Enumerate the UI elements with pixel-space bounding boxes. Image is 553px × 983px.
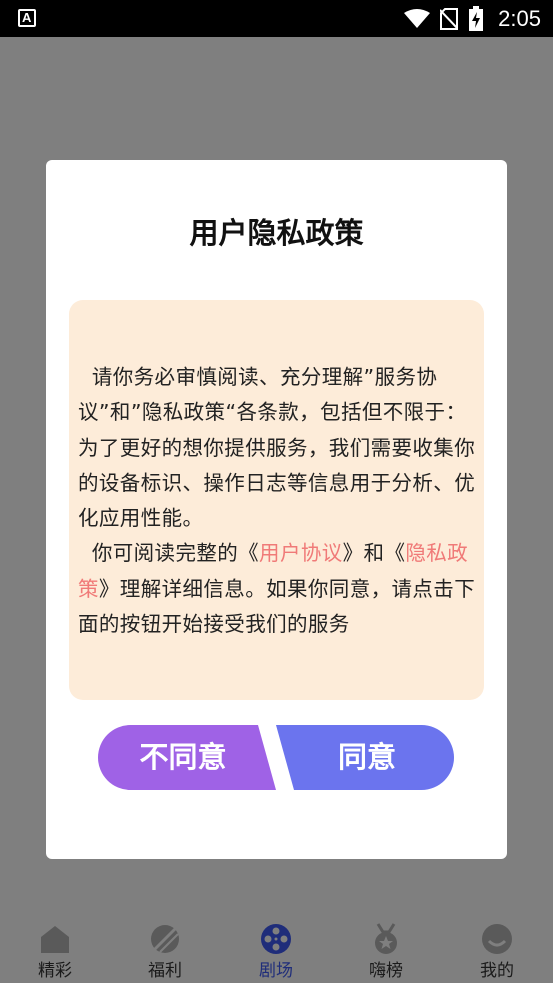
disagree-button-label[interactable]: 不同意: [98, 725, 268, 790]
policy-paragraph-2-prefix: 你可阅读完整的《: [78, 541, 260, 566]
app-notification-icon: A: [18, 9, 36, 27]
nav-label-ranking: 嗨榜: [369, 961, 403, 981]
nav-item-theater[interactable]: 剧场: [236, 922, 316, 981]
policy-paragraph-1: 请你务必审慎阅读、充分理解”服务协议”和”隐私政策“各条款，包括但不限于：为了更…: [78, 365, 476, 531]
profile-icon: [482, 924, 512, 954]
status-time: 2:05: [498, 5, 541, 31]
status-bar: A 2:05: [0, 0, 553, 37]
nav-label-profile: 我的: [480, 961, 514, 981]
policy-paragraph-2-suffix: 》理解详细信息。如果你同意，请点击下面的按钮开始接受我们的服务: [78, 576, 476, 637]
policy-content-box: 请你务必审慎阅读、充分理解”服务协议”和”隐私政策“各条款，包括但不限于：为了更…: [69, 300, 484, 700]
policy-paragraph-2: 你可阅读完整的《用户协议》和《隐私政策》理解详细信息。如果你同意，请点击下面的按…: [78, 536, 478, 642]
planet-icon: [151, 925, 179, 953]
policy-text: 请你务必审慎阅读、充分理解”服务协议”和”隐私政策“各条款，包括但不限于：为了更…: [78, 360, 478, 642]
nav-label-theater: 剧场: [259, 961, 293, 981]
nav-label-welfare: 福利: [148, 961, 182, 981]
dialog-button-row: 不同意 同意: [98, 725, 454, 790]
policy-paragraph-2-mid: 》和《: [342, 541, 406, 566]
nav-item-profile[interactable]: 我的: [457, 922, 537, 981]
status-icons: 2:05: [404, 5, 541, 32]
agree-button-label[interactable]: 同意: [288, 725, 446, 790]
nav-item-welfare[interactable]: 福利: [125, 922, 205, 981]
dialog-title: 用户隐私政策: [189, 216, 364, 250]
battery-charging-icon: [469, 5, 484, 31]
nav-label-home: 精彩: [38, 961, 72, 981]
nav-item-ranking[interactable]: 嗨榜: [346, 922, 426, 981]
home-icon: [41, 926, 69, 953]
nav-item-home[interactable]: 精彩: [15, 922, 95, 981]
film-reel-icon: [261, 924, 291, 954]
privacy-dialog: 用户隐私政策 请你务必审慎阅读、充分理解”服务协议”和”隐私政策“各条款，包括但…: [46, 160, 507, 859]
wifi-icon: [404, 8, 431, 28]
no-sim-icon: [440, 7, 459, 30]
medal-icon: [375, 923, 397, 954]
bottom-navigation: 精彩 福利 剧场 嗨榜 我的: [0, 910, 553, 983]
user-agreement-link[interactable]: 用户协议: [259, 541, 343, 565]
